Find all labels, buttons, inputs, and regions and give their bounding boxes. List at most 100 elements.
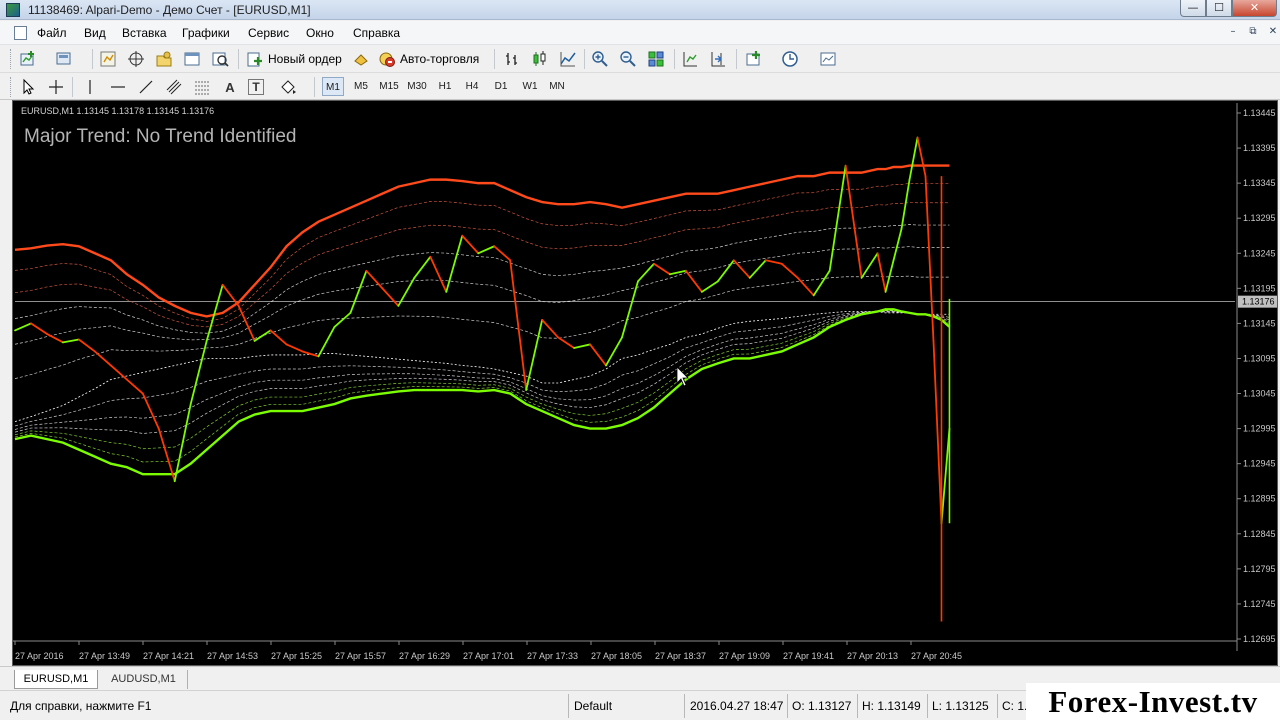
- price-segment: [269, 329, 288, 346]
- price-segment: [221, 283, 240, 307]
- mdi-restore-button[interactable]: ⧉: [1246, 26, 1260, 40]
- price-segment: [253, 329, 272, 342]
- price-segment: [884, 259, 895, 293]
- timeframe-m15-button[interactable]: M15: [377, 77, 401, 96]
- price-segment: [621, 280, 639, 339]
- status-help: Для справки, нажмите F1: [10, 699, 152, 713]
- zoom-in-icon[interactable]: [590, 49, 610, 69]
- price-segment: [30, 322, 48, 335]
- price-segment: [828, 164, 847, 272]
- line-chart-icon[interactable]: [558, 49, 578, 69]
- trendline-icon[interactable]: [136, 77, 156, 97]
- timeframe-h4-button[interactable]: H4: [462, 77, 482, 96]
- y-tick-label: 1.13095: [1243, 353, 1276, 363]
- tile-windows-icon[interactable]: [646, 49, 666, 69]
- profiles-icon[interactable]: [54, 49, 74, 69]
- x-tick-label: 27 Apr 19:09: [719, 651, 770, 661]
- market-watch-icon[interactable]: [98, 49, 118, 69]
- menu-tools[interactable]: Сервис: [248, 26, 289, 40]
- oil-can-icon[interactable]: [351, 49, 371, 69]
- new-order-icon: [247, 52, 262, 67]
- y-tick-label: 1.12795: [1243, 564, 1276, 574]
- x-tick-label: 27 Apr 20:45: [911, 651, 962, 661]
- menu-window[interactable]: Окно: [306, 26, 334, 40]
- mdi-minimize-button[interactable]: –: [1226, 26, 1240, 40]
- data-window-icon[interactable]: [154, 49, 174, 69]
- indicators-icon[interactable]: [744, 49, 764, 69]
- menu-charts[interactable]: Графики: [182, 26, 230, 40]
- autotrading-button[interactable]: Авто-торговля: [378, 49, 479, 69]
- crosshair-navigator-icon[interactable]: [126, 49, 146, 69]
- price-segment: [589, 343, 607, 367]
- cursor-icon[interactable]: [18, 77, 38, 97]
- terminal-icon[interactable]: [182, 49, 202, 69]
- menu-insert[interactable]: Вставка: [122, 26, 167, 40]
- menu-view[interactable]: Вид: [84, 26, 106, 40]
- x-tick-label: 27 Apr 15:57: [335, 651, 386, 661]
- x-tick-label: 27 Apr 16:29: [399, 651, 450, 661]
- inner-upper-band: [14, 202, 950, 328]
- tab-eurusd-m1[interactable]: EURUSD,M1: [14, 670, 98, 689]
- vertical-line-icon[interactable]: [80, 77, 100, 97]
- menu-file[interactable]: Файл: [37, 26, 67, 40]
- label-tool-icon[interactable]: T: [248, 79, 264, 95]
- strategy-tester-icon[interactable]: [210, 49, 230, 69]
- templates-icon[interactable]: [818, 49, 838, 69]
- chart-shift-icon[interactable]: [680, 49, 700, 69]
- y-tick-label: 1.12845: [1243, 529, 1276, 539]
- channel-icon[interactable]: [164, 77, 184, 97]
- auto-scroll-icon[interactable]: [708, 49, 728, 69]
- price-segment: [748, 259, 767, 279]
- price-segment: [413, 255, 432, 279]
- new-chart-icon[interactable]: [18, 49, 38, 69]
- periods-icon[interactable]: [780, 49, 800, 69]
- menu-help[interactable]: Справка: [353, 26, 400, 40]
- document-icon[interactable]: [14, 26, 27, 40]
- price-segment: [189, 340, 208, 405]
- price-segment: [62, 338, 80, 344]
- x-tick-label: 27 Apr 18:37: [655, 651, 706, 661]
- price-segment: [876, 252, 887, 293]
- shapes-icon[interactable]: [278, 77, 298, 97]
- y-tick-label: 1.13245: [1243, 248, 1276, 258]
- timeframe-m5-button[interactable]: M5: [350, 77, 372, 96]
- price-segment: [653, 262, 671, 276]
- axes: 1.13445 1.13395 1.13345 1.13295 1.13245 1.131…: [14, 108, 1277, 661]
- candlestick-icon[interactable]: [530, 49, 550, 69]
- close-button[interactable]: ✕: [1232, 0, 1277, 17]
- timeframe-mn-button[interactable]: MN: [545, 77, 569, 96]
- toolbar-grip[interactable]: [10, 49, 13, 69]
- mdi-close-button[interactable]: ✕: [1266, 26, 1280, 40]
- crosshair-icon[interactable]: [46, 77, 66, 97]
- status-high: H: 1.13149: [862, 699, 921, 713]
- timeframe-d1-button[interactable]: D1: [491, 77, 511, 96]
- new-order-button[interactable]: Новый ордер: [246, 49, 342, 69]
- app-icon: [6, 3, 20, 17]
- timeframe-m30-button[interactable]: M30: [405, 77, 429, 96]
- x-tick-label: 27 Apr 13:49: [79, 651, 130, 661]
- timeframe-h1-button[interactable]: H1: [435, 77, 455, 96]
- price-segment: [381, 287, 400, 307]
- horizontal-line-icon[interactable]: [108, 77, 128, 97]
- timeframe-w1-button[interactable]: W1: [519, 77, 541, 96]
- chart-window[interactable]: 1.13445 1.13395 1.13345 1.13295 1.13245 1.131…: [12, 100, 1278, 666]
- bar-chart-icon[interactable]: [502, 49, 522, 69]
- envelope-bands: [14, 164, 1235, 476]
- maximize-button[interactable]: ☐: [1206, 0, 1232, 17]
- timeframe-m1-button[interactable]: M1: [322, 77, 344, 96]
- chart-header: EURUSD,M1 1.13145 1.13178 1.13145 1.1317…: [21, 106, 214, 116]
- price-chart[interactable]: 1.13445 1.13395 1.13345 1.13295 1.13245 1.131…: [13, 101, 1277, 665]
- toolbar-grip[interactable]: [10, 77, 13, 97]
- tab-audusd-m1[interactable]: AUDUSD,M1: [100, 670, 188, 689]
- text-tool-icon[interactable]: A: [220, 77, 240, 97]
- price-segment: [908, 136, 919, 181]
- inner-lower-band: [14, 309, 950, 450]
- y-tick-label: 1.12745: [1243, 599, 1276, 609]
- fibonacci-icon[interactable]: [192, 77, 212, 97]
- zoom-out-icon[interactable]: [618, 49, 638, 69]
- price-segment: [46, 333, 64, 344]
- x-tick-label: 27 Apr 17:33: [527, 651, 578, 661]
- price-segment: [812, 269, 831, 297]
- minimize-button[interactable]: —: [1180, 0, 1206, 17]
- inner-lower-band: [14, 310, 950, 430]
